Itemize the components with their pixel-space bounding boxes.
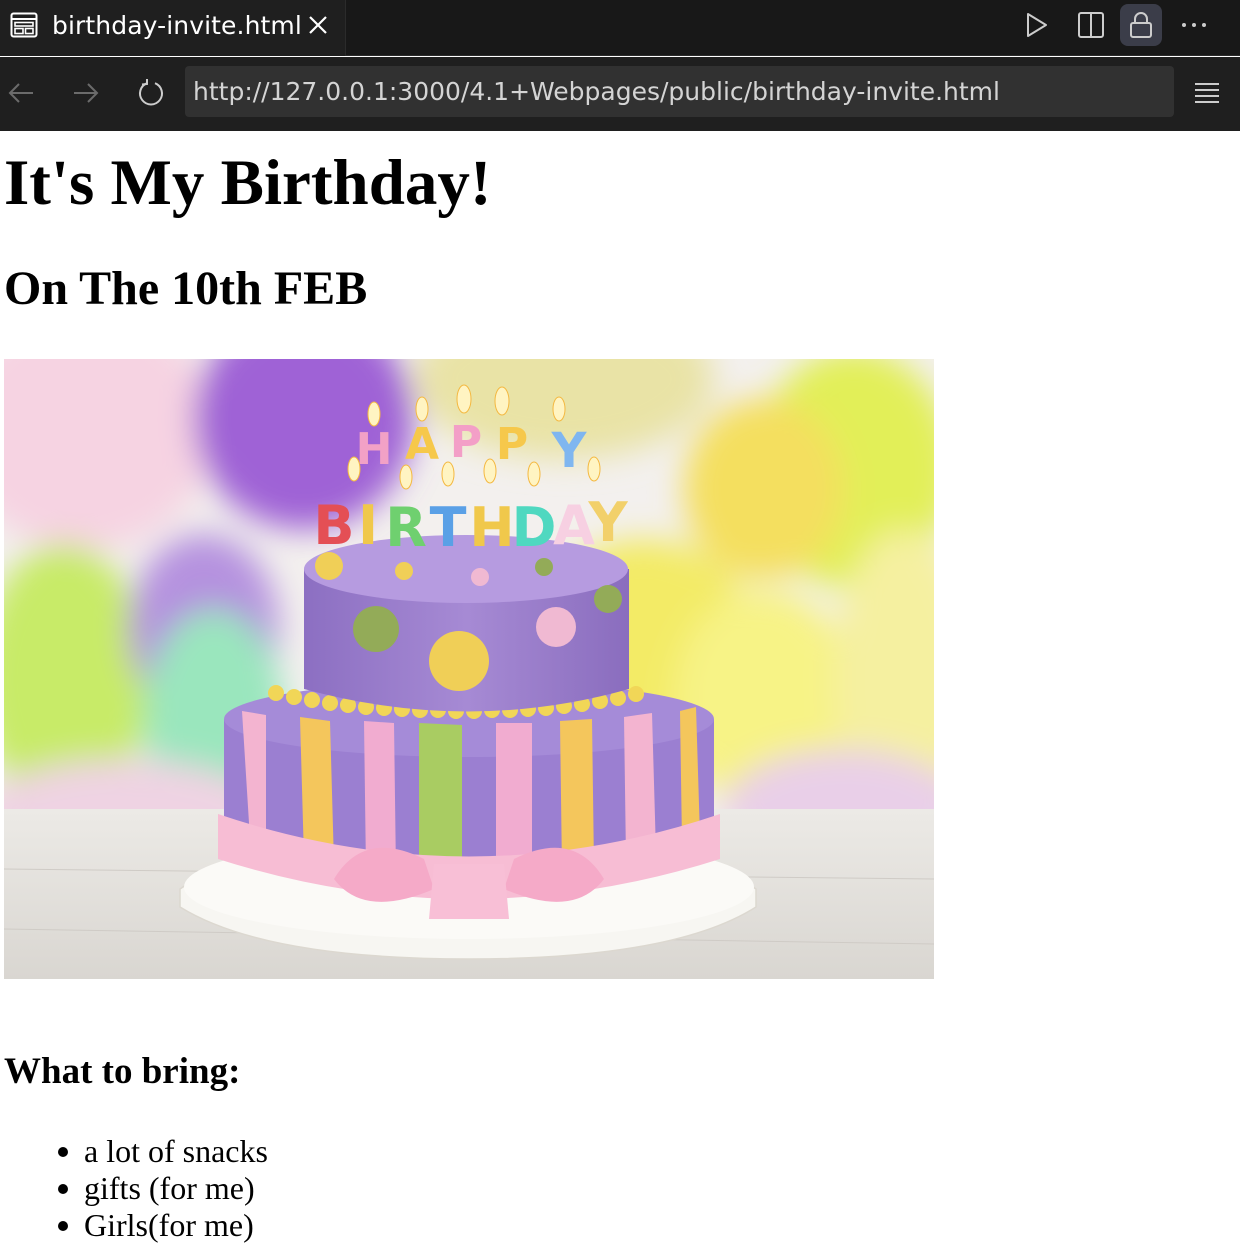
forward-button[interactable] xyxy=(68,75,104,111)
candle-letter: D xyxy=(512,496,557,559)
candle-letter: P xyxy=(496,419,528,470)
tab-title: birthday-invite.html xyxy=(52,11,302,40)
candle-letter: A xyxy=(405,419,439,470)
reload-icon xyxy=(139,79,163,106)
bring-list: a lot of snacks gifts (for me) Girls(for… xyxy=(0,1133,268,1244)
candle-letter: Y xyxy=(551,423,588,479)
candle-letter: H xyxy=(469,496,514,559)
tab-birthday-invite[interactable]: birthday-invite.html xyxy=(0,0,346,56)
bullet xyxy=(58,1184,68,1194)
list-item-text: gifts (for me) xyxy=(84,1170,255,1206)
list-item: gifts (for me) xyxy=(0,1170,268,1207)
split-editor-button[interactable] xyxy=(1070,4,1112,46)
page-title: It's My Birthday! xyxy=(4,147,492,219)
menu-icon xyxy=(1195,83,1219,103)
list-item-text: Girls(for me) xyxy=(84,1207,254,1243)
lock-icon xyxy=(1130,12,1152,38)
date-heading: On The 10th FEB xyxy=(4,262,368,315)
candle-letter: T xyxy=(430,496,467,559)
candle-letter: I xyxy=(358,494,378,557)
birthday-cake-image: H A P P Y B I R T H D A Y xyxy=(4,359,934,979)
candle-letter: Y xyxy=(587,491,628,554)
back-button[interactable] xyxy=(3,75,39,111)
bullet xyxy=(58,1221,68,1231)
preview-icon xyxy=(10,12,38,38)
list-item-text: a lot of snacks xyxy=(84,1133,268,1169)
bring-heading: What to bring: xyxy=(4,1051,241,1092)
url-input[interactable] xyxy=(185,66,1174,117)
more-actions-button[interactable] xyxy=(1173,4,1215,46)
reload-button[interactable] xyxy=(133,75,169,111)
more-icon xyxy=(1182,23,1206,27)
list-item: a lot of snacks xyxy=(0,1133,268,1170)
list-item: Girls(for me) xyxy=(0,1207,268,1244)
menu-button[interactable] xyxy=(1189,75,1225,111)
split-editor-icon xyxy=(1078,12,1104,38)
candle-letter: P xyxy=(450,417,482,468)
candle-letter: R xyxy=(385,496,427,559)
forward-arrow-icon xyxy=(74,83,99,103)
lock-button[interactable] xyxy=(1120,4,1162,46)
close-icon[interactable] xyxy=(306,13,330,37)
run-button[interactable] xyxy=(1016,4,1058,46)
web-page-content: It's My Birthday! On The 10th FEB H A P … xyxy=(0,131,1240,1260)
candle-letter: H xyxy=(356,424,393,475)
bullet xyxy=(58,1147,68,1157)
back-arrow-icon xyxy=(8,83,33,103)
browser-nav-bar xyxy=(0,57,1240,131)
candle-letter: B xyxy=(313,494,354,557)
play-icon xyxy=(1027,13,1047,37)
editor-tab-bar: birthday-invite.html xyxy=(0,0,1240,56)
